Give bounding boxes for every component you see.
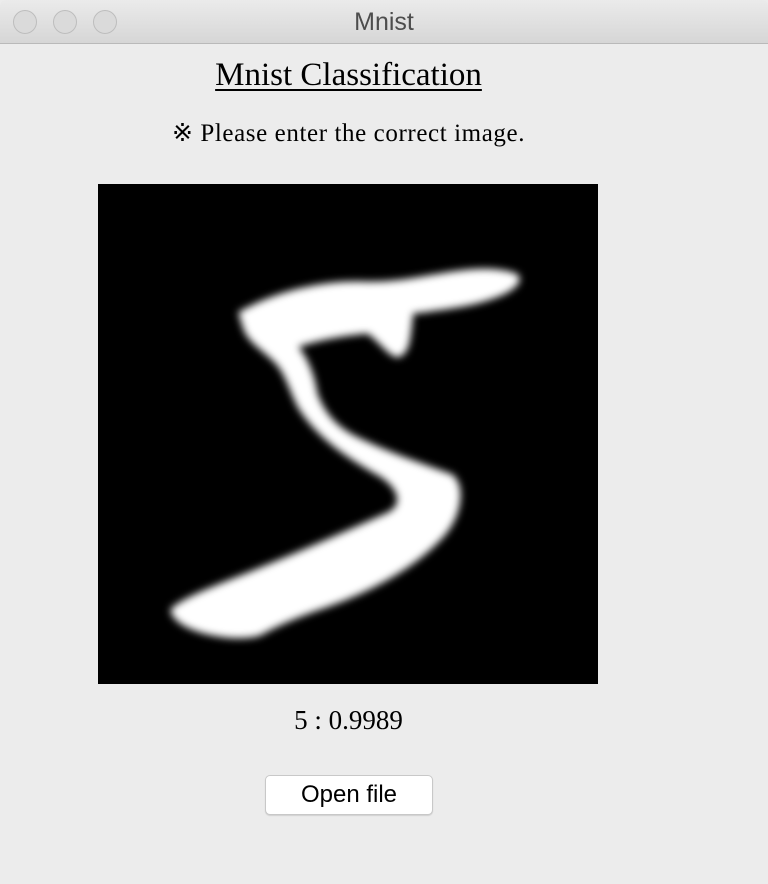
open-file-button[interactable]: Open file <box>265 775 433 815</box>
prediction-result: 5 : 0.9989 <box>294 705 403 735</box>
app-window: Mnist Mnist Classification ※ Please ente… <box>0 0 768 884</box>
window-title: Mnist <box>354 8 414 36</box>
handwritten-digit-five-icon <box>170 268 520 639</box>
digit-image <box>98 184 598 684</box>
instruction-text: ※ Please enter the correct image. <box>171 120 526 147</box>
title-bar[interactable]: Mnist <box>0 0 768 44</box>
page-title: Mnist Classification <box>215 57 482 93</box>
